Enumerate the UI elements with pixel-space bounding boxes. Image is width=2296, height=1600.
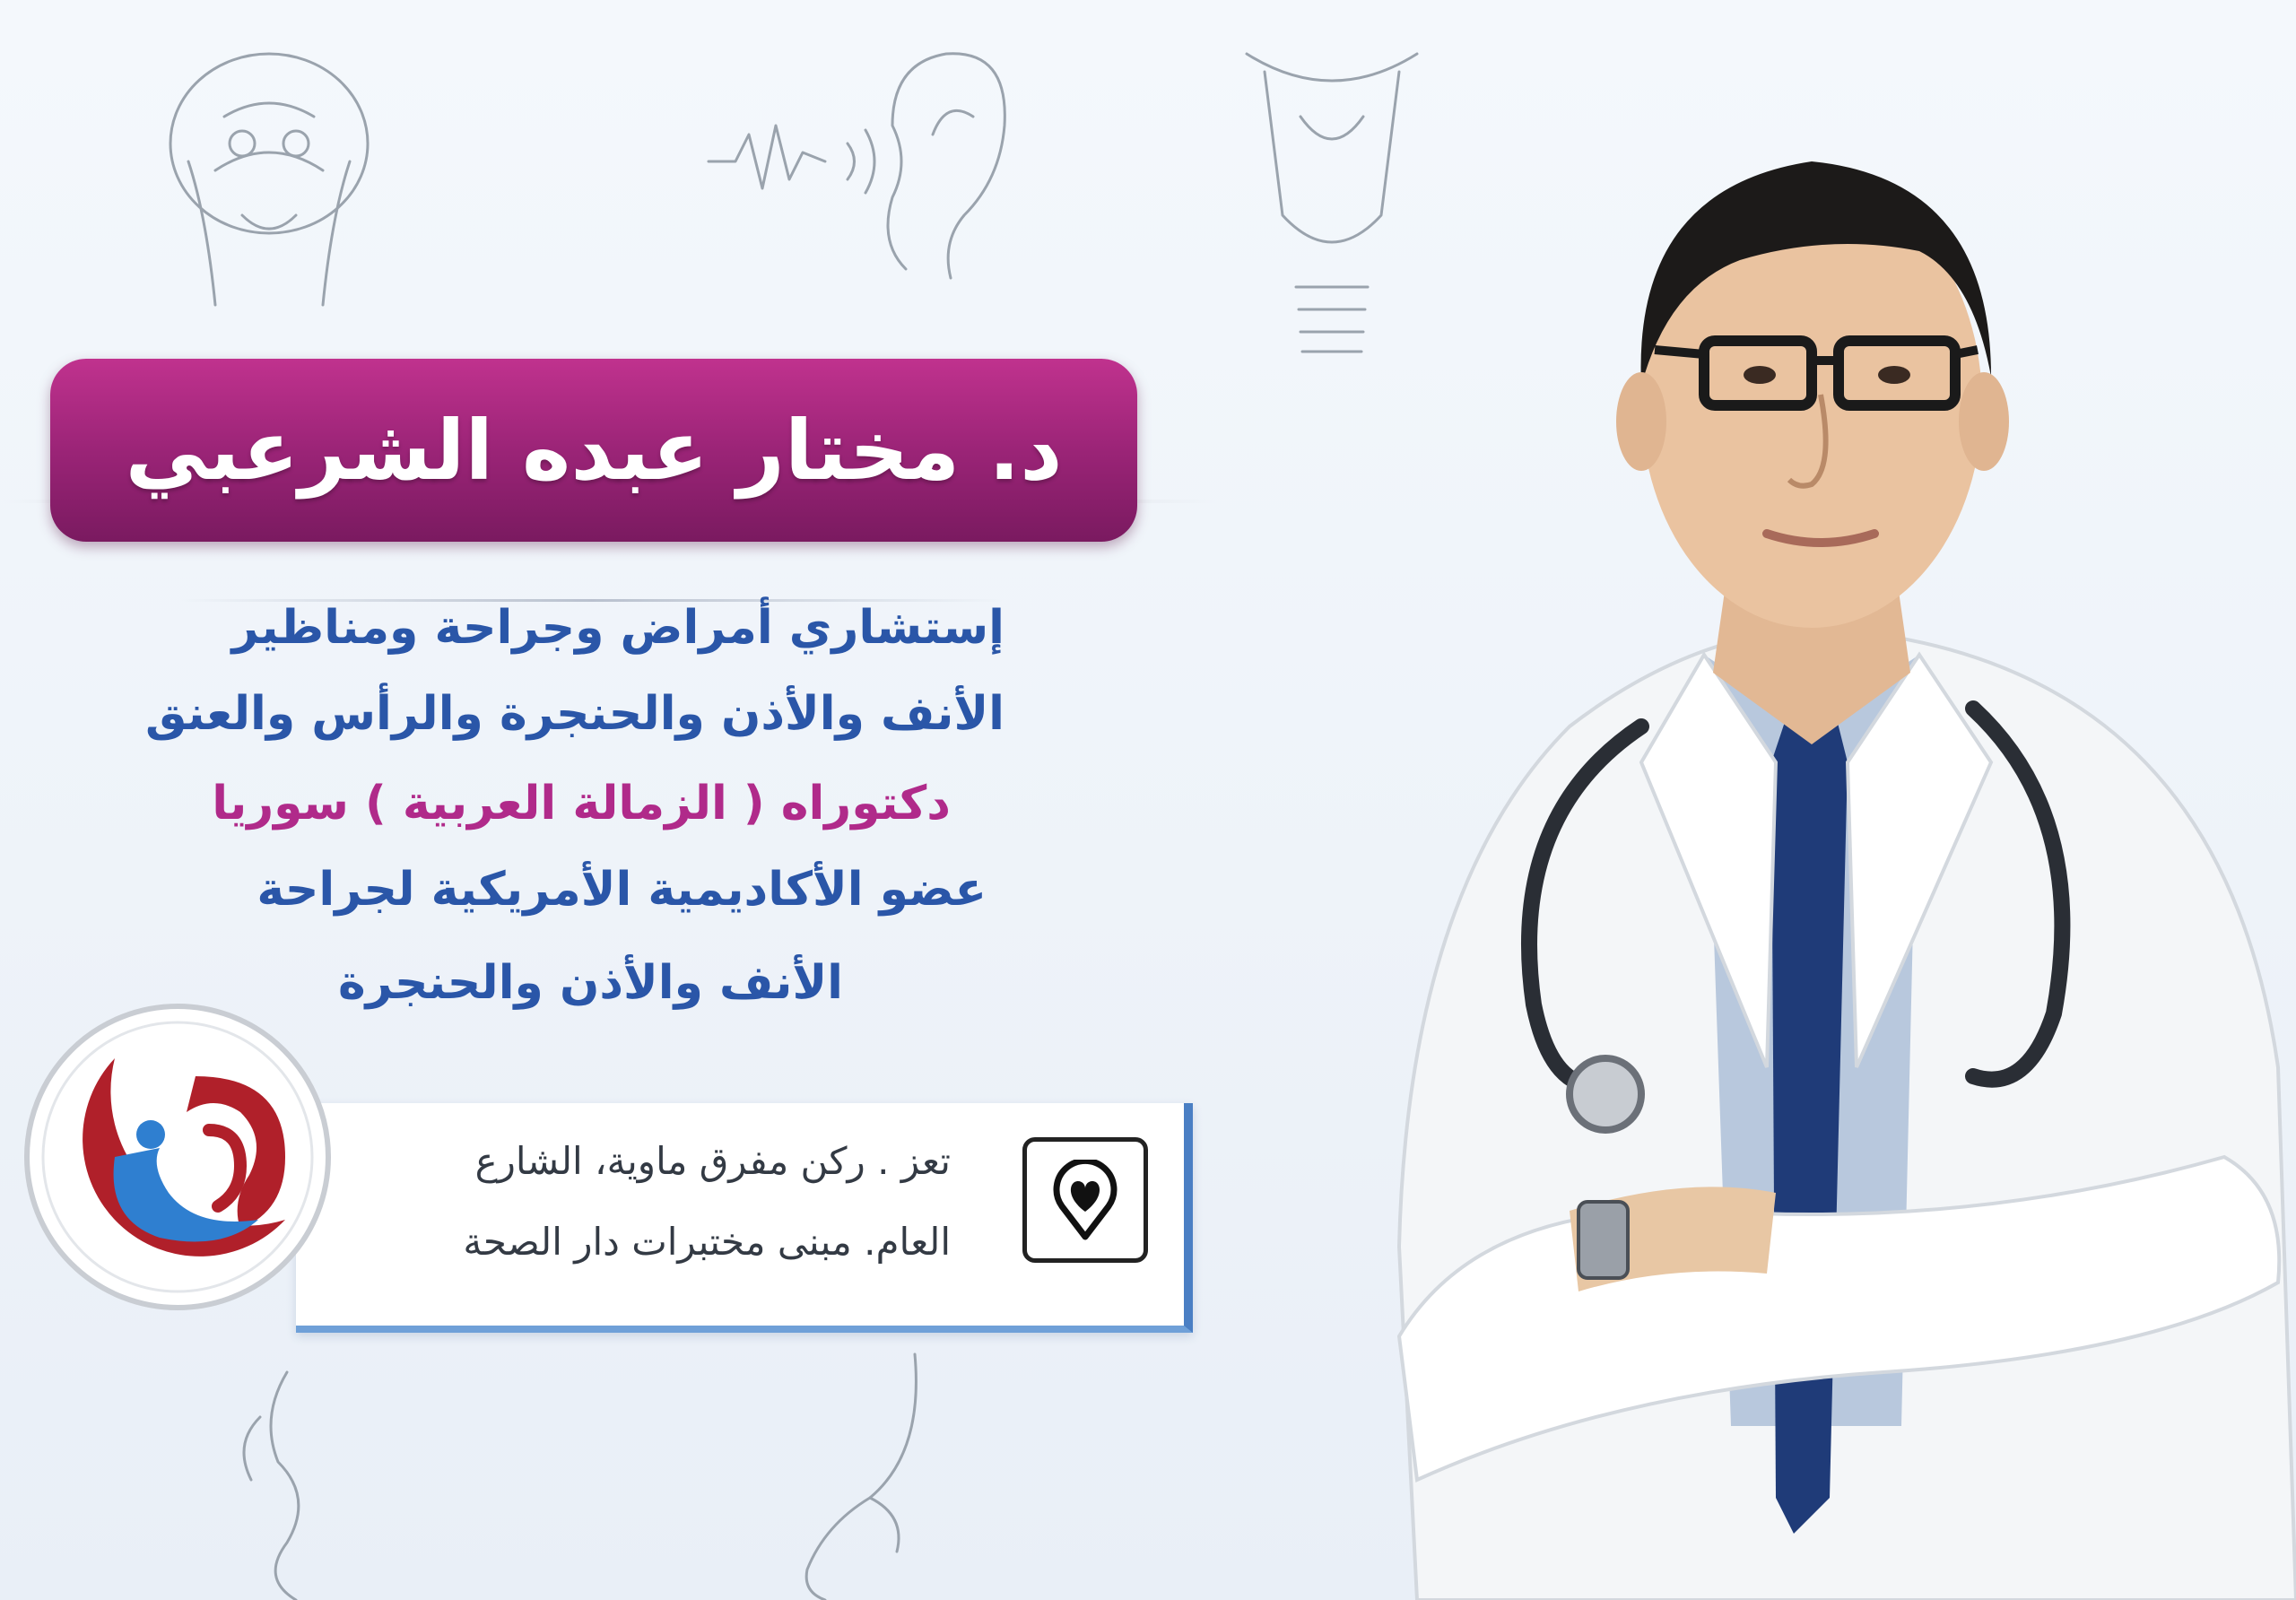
head-profile-sketch-icon [242, 1370, 300, 1600]
clinic-logo-icon [24, 1004, 331, 1310]
credential-line-1: إستشاري أمراض وجراحة ومناظير [231, 601, 1004, 655]
credential-line-5: الأنف والأذن والحنجرة [337, 956, 843, 1010]
doctor-name-banner: د. مختار عبده الشرعبي [50, 359, 1137, 542]
doctor-portrait [1396, 161, 2296, 1600]
head-anatomy-sketch-icon [169, 52, 370, 307]
credential-line-4: عضو الأكاديمية الأمريكية لجراحة [257, 863, 987, 917]
address-line-2: العام. مبنى مختبرات دار الصحة [463, 1220, 951, 1264]
nose-profile-sketch-icon [804, 1352, 918, 1600]
credential-line-3: دكتوراه ( الزمالة العربية ) سوريا [212, 777, 951, 830]
address-line-1: تعز . ركن مفرق ماوية، الشارع [474, 1139, 951, 1183]
credential-line-2: الأنف والأذن والحنجرة والرأس والعنق [145, 687, 1004, 741]
doctor-name: د. مختار عبده الشرعبي [125, 402, 1063, 499]
address-card: تعز . ركن مفرق ماوية، الشارع العام. مبنى… [296, 1103, 1193, 1333]
map-pin-icon [1022, 1137, 1148, 1263]
ear-hearing-sketch-icon [707, 52, 1006, 280]
